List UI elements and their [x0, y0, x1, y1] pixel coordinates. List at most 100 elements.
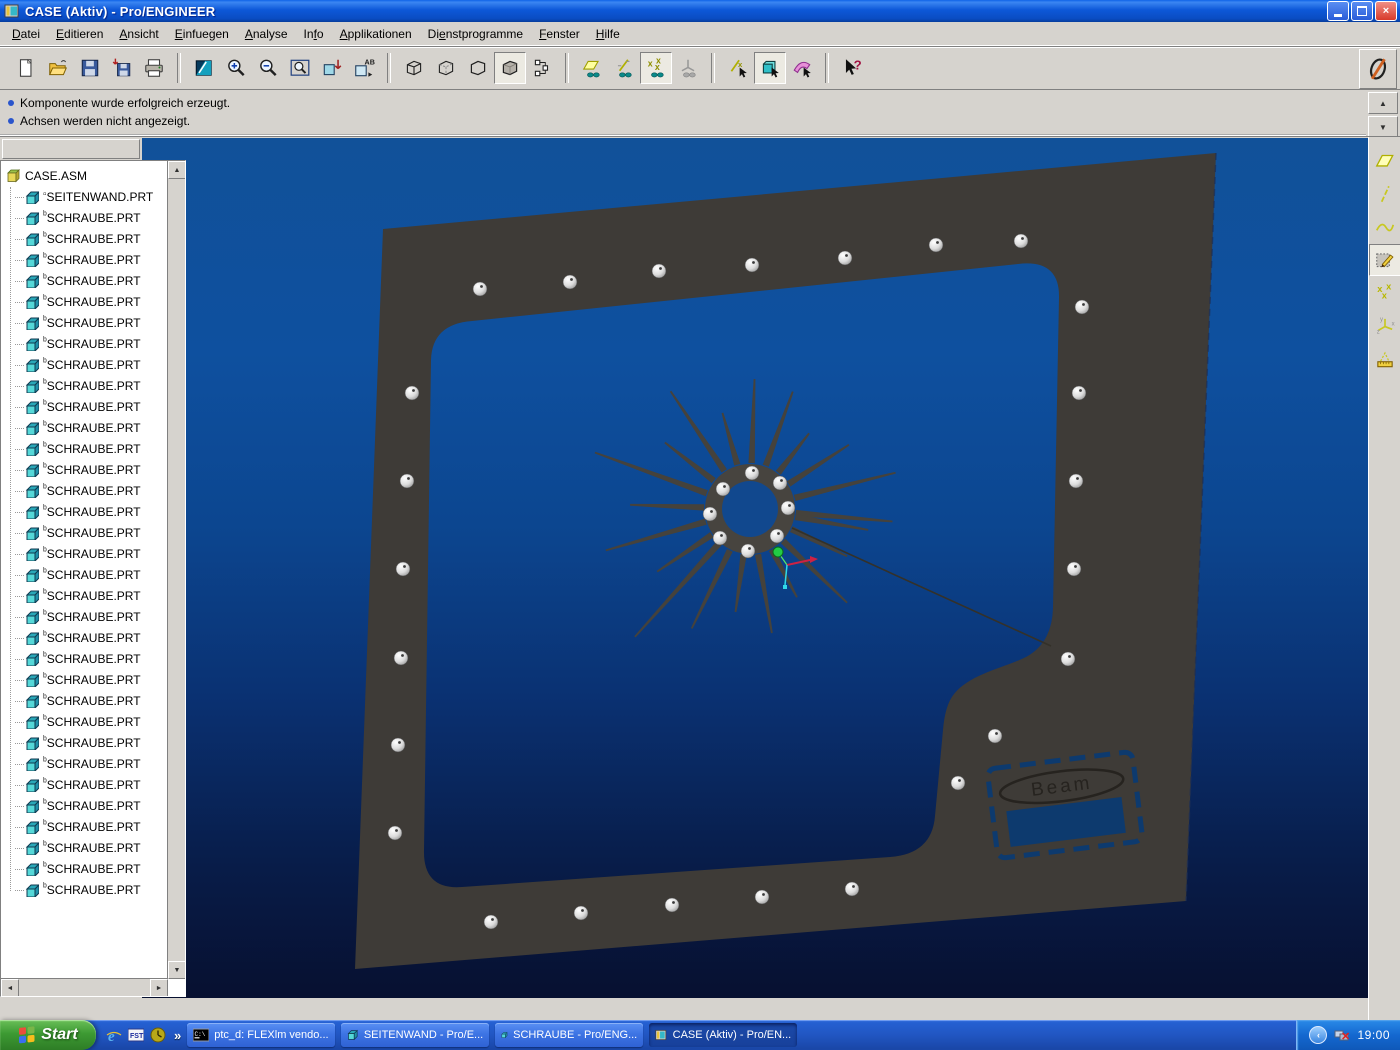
- tree-item-schraube-prt[interactable]: ᵇ SCHRAUBE.PRT: [1, 795, 168, 816]
- zoom-in-button[interactable]: [220, 52, 252, 84]
- task-button-ptc_d[interactable]: C:\ ptc_d: FLEXlm vendo...: [187, 1023, 336, 1047]
- menu-info[interactable]: Info: [296, 24, 332, 44]
- menu-ansicht[interactable]: Ansicht: [111, 24, 166, 44]
- tree-item-schraube-prt[interactable]: ᵇ SCHRAUBE.PRT: [1, 207, 168, 228]
- tray-collapse-chevron-icon[interactable]: ‹: [1309, 1026, 1328, 1044]
- surface-filter-button[interactable]: [786, 52, 818, 84]
- coord-sys-button[interactable]: y x z: [1368, 310, 1400, 342]
- tree-horizontal-scrollbar[interactable]: ◄ ►: [1, 978, 168, 996]
- quick-launch-overflow-chevron[interactable]: »: [174, 1028, 181, 1043]
- zoom-out-button[interactable]: [252, 52, 284, 84]
- tree-item-schraube-prt[interactable]: ᵇ SCHRAUBE.PRT: [1, 606, 168, 627]
- quick-launch-scheduler-icon[interactable]: [150, 1027, 166, 1043]
- new-button[interactable]: [10, 52, 42, 84]
- point-display-button[interactable]: xxx: [640, 52, 672, 84]
- tree-item-schraube-prt[interactable]: ᵇ SCHRAUBE.PRT: [1, 669, 168, 690]
- model-tree-button[interactable]: [526, 52, 558, 84]
- menu-analyse[interactable]: Analyse: [237, 24, 296, 44]
- menu-dienstprogramme[interactable]: Dienstprogramme: [420, 24, 531, 44]
- start-button[interactable]: Start: [0, 1020, 96, 1050]
- tree-item-schraube-prt[interactable]: ᵇ SCHRAUBE.PRT: [1, 249, 168, 270]
- save-as-button[interactable]: [106, 52, 138, 84]
- save-button[interactable]: [74, 52, 106, 84]
- message-scroll-down-button[interactable]: ▼: [1368, 116, 1398, 138]
- task-button-case[interactable]: CASE (Aktiv) - Pro/EN...: [649, 1023, 798, 1047]
- tree-item-schraube-prt[interactable]: ᵇ SCHRAUBE.PRT: [1, 438, 168, 459]
- graphics-viewport[interactable]: Beam: [142, 138, 1368, 998]
- tree-item-schraube-prt[interactable]: ᵇ SCHRAUBE.PRT: [1, 396, 168, 417]
- tree-item-schraube-prt[interactable]: ᵇ SCHRAUBE.PRT: [1, 585, 168, 606]
- tree-item-schraube-prt[interactable]: ᵇ SCHRAUBE.PRT: [1, 270, 168, 291]
- tree-scroll-left-button[interactable]: ◄: [1, 979, 19, 996]
- tree-item-schraube-prt[interactable]: ᵇ SCHRAUBE.PRT: [1, 354, 168, 375]
- csys-display-button[interactable]: [672, 52, 704, 84]
- tree-item-schraube-prt[interactable]: ᵇ SCHRAUBE.PRT: [1, 774, 168, 795]
- axis-filter-button[interactable]: x: [722, 52, 754, 84]
- tree-item-schraube-prt[interactable]: ᵇ SCHRAUBE.PRT: [1, 543, 168, 564]
- close-button[interactable]: ×: [1375, 1, 1397, 21]
- hidden-line-button[interactable]: [430, 52, 462, 84]
- axis-display-button[interactable]: [608, 52, 640, 84]
- tree-item-seitenwand-prt[interactable]: ▫ SEITENWAND.PRT: [1, 186, 168, 207]
- wireframe-button[interactable]: [398, 52, 430, 84]
- tree-root-case-asm[interactable]: CASE.ASM: [1, 165, 168, 186]
- tree-item-schraube-prt[interactable]: ᵇ SCHRAUBE.PRT: [1, 564, 168, 585]
- 3d-model-canvas[interactable]: Beam: [142, 138, 1368, 998]
- tree-item-schraube-prt[interactable]: ᵇ SCHRAUBE.PRT: [1, 480, 168, 501]
- tree-item-schraube-prt[interactable]: ᵇ SCHRAUBE.PRT: [1, 711, 168, 732]
- menu-einfuegen[interactable]: Einfuegen: [167, 24, 237, 44]
- measure-button[interactable]: [1368, 343, 1400, 375]
- tree-item-schraube-prt[interactable]: ᵇ SCHRAUBE.PRT: [1, 648, 168, 669]
- print-button[interactable]: [138, 52, 170, 84]
- restore-button[interactable]: [1351, 1, 1373, 21]
- open-button[interactable]: [42, 52, 74, 84]
- tree-scroll-right-button[interactable]: ►: [150, 979, 168, 996]
- message-scroll-up-button[interactable]: ▲: [1368, 92, 1398, 114]
- menu-fenster[interactable]: Fenster: [531, 24, 588, 44]
- tree-scroll-down-button[interactable]: ▼: [168, 961, 185, 979]
- datum-axis-button[interactable]: [1368, 178, 1400, 210]
- tree-item-schraube-prt[interactable]: ᵇ SCHRAUBE.PRT: [1, 333, 168, 354]
- datum-point-button[interactable]: xxx: [1368, 277, 1400, 309]
- tree-item-schraube-prt[interactable]: ᵇ SCHRAUBE.PRT: [1, 312, 168, 333]
- tree-item-schraube-prt[interactable]: ᵇ SCHRAUBE.PRT: [1, 228, 168, 249]
- zoom-fit-icon: [290, 59, 310, 76]
- shaded-button[interactable]: [494, 52, 526, 84]
- plane-display-button[interactable]: [576, 52, 608, 84]
- tree-item-schraube-prt[interactable]: ᵇ SCHRAUBE.PRT: [1, 858, 168, 879]
- quick-launch-fst-icon[interactable]: FST: [128, 1027, 144, 1043]
- tree-item-schraube-prt[interactable]: ᵇ SCHRAUBE.PRT: [1, 417, 168, 438]
- quick-launch-ie-icon[interactable]: e: [106, 1027, 122, 1043]
- orient-button[interactable]: [316, 52, 348, 84]
- saved-views-button[interactable]: AB: [348, 52, 380, 84]
- tree-item-schraube-prt[interactable]: ᵇ SCHRAUBE.PRT: [1, 837, 168, 858]
- tree-item-schraube-prt[interactable]: ᵇ SCHRAUBE.PRT: [1, 627, 168, 648]
- menu-datei[interactable]: Datei: [4, 24, 48, 44]
- zoom-fit-button[interactable]: [284, 52, 316, 84]
- sketch-button[interactable]: [1368, 244, 1400, 276]
- tree-item-schraube-prt[interactable]: ᵇ SCHRAUBE.PRT: [1, 816, 168, 837]
- menu-applikationen[interactable]: Applikationen: [332, 24, 420, 44]
- tree-item-schraube-prt[interactable]: ᵇ SCHRAUBE.PRT: [1, 291, 168, 312]
- no-hidden-button[interactable]: [462, 52, 494, 84]
- tree-item-schraube-prt[interactable]: ᵇ SCHRAUBE.PRT: [1, 879, 168, 900]
- tree-item-schraube-prt[interactable]: ᵇ SCHRAUBE.PRT: [1, 732, 168, 753]
- repaint-button[interactable]: [188, 52, 220, 84]
- tree-item-schraube-prt[interactable]: ᵇ SCHRAUBE.PRT: [1, 753, 168, 774]
- smart-filter-button[interactable]: [754, 52, 786, 84]
- minimize-button[interactable]: [1327, 1, 1349, 21]
- tree-vertical-scrollbar[interactable]: ▲ ▼: [167, 161, 185, 979]
- tree-item-schraube-prt[interactable]: ᵇ SCHRAUBE.PRT: [1, 522, 168, 543]
- context-help-button[interactable]: ?: [836, 52, 868, 84]
- task-button-schraube[interactable]: SCHRAUBE - Pro/ENG...: [495, 1023, 644, 1047]
- tree-item-schraube-prt[interactable]: ᵇ SCHRAUBE.PRT: [1, 501, 168, 522]
- tree-scroll-up-button[interactable]: ▲: [168, 161, 185, 179]
- menu-hilfe[interactable]: Hilfe: [588, 24, 628, 44]
- tree-item-schraube-prt[interactable]: ᵇ SCHRAUBE.PRT: [1, 690, 168, 711]
- datum-curve-button[interactable]: [1368, 211, 1400, 243]
- task-button-seitenwand[interactable]: SEITENWAND - Pro/E...: [341, 1023, 490, 1047]
- tree-item-schraube-prt[interactable]: ᵇ SCHRAUBE.PRT: [1, 459, 168, 480]
- menu-editieren[interactable]: Editieren: [48, 24, 111, 44]
- datum-plane-button[interactable]: [1368, 145, 1400, 177]
- tree-item-schraube-prt[interactable]: ᵇ SCHRAUBE.PRT: [1, 375, 168, 396]
